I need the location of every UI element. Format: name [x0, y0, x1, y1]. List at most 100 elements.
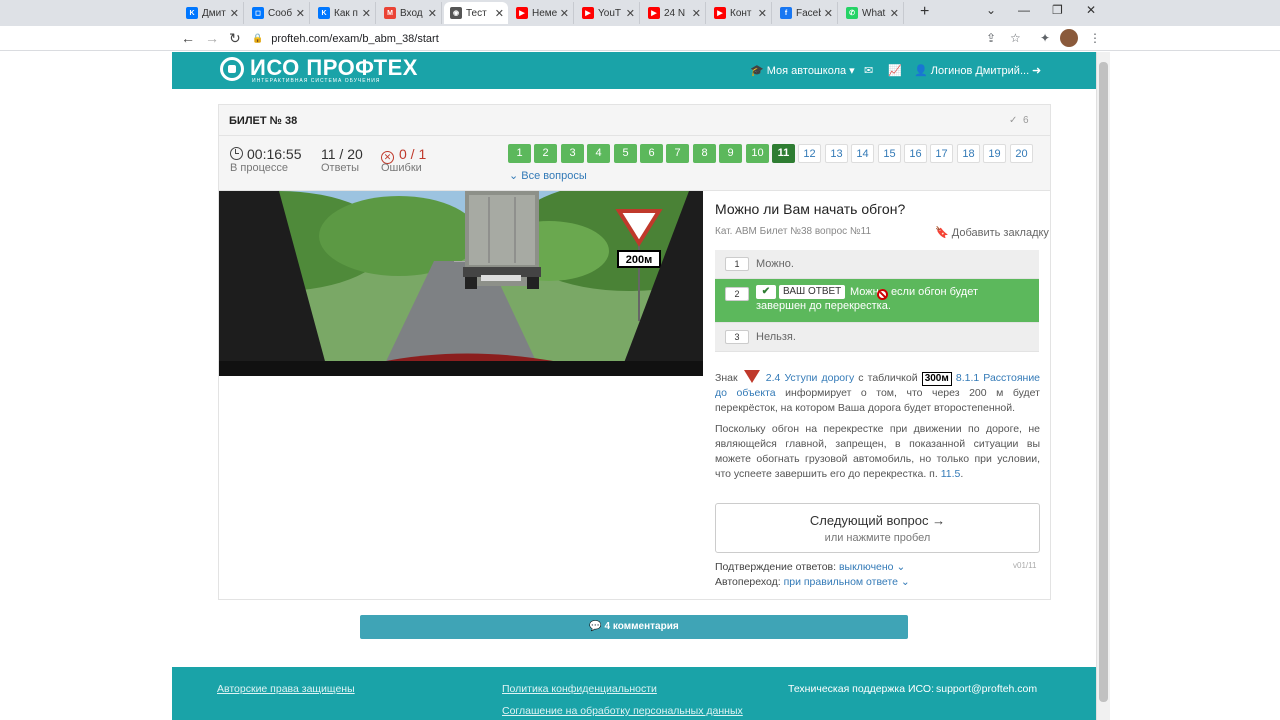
- question-nav-7[interactable]: 7: [666, 144, 689, 163]
- tab-close-icon[interactable]: ✕: [890, 7, 899, 20]
- question-nav-19[interactable]: 19: [983, 144, 1006, 163]
- browser-tab[interactable]: ◻ Сооб ✕: [246, 2, 310, 24]
- question-nav-11[interactable]: 11: [772, 144, 795, 163]
- profile-avatar[interactable]: [1060, 29, 1078, 47]
- tab-close-icon[interactable]: ✕: [626, 7, 635, 20]
- browser-tab[interactable]: M Вход ✕: [378, 2, 442, 24]
- new-tab-button[interactable]: +: [920, 3, 929, 21]
- browser-tab[interactable]: ▶ YouT ✕: [576, 2, 640, 24]
- add-bookmark-button[interactable]: 🔖 Добавить закладку: [935, 226, 1049, 239]
- tab-close-icon[interactable]: ✕: [230, 7, 239, 20]
- page-scrollbar[interactable]: [1096, 52, 1110, 720]
- bookmark-star-icon[interactable]: ☆: [1010, 31, 1021, 45]
- all-questions-link[interactable]: ⌄ Все вопросы: [509, 169, 587, 182]
- restore-icon[interactable]: ❐: [1052, 3, 1063, 17]
- answer-number: 3: [725, 330, 749, 344]
- question-nav-6[interactable]: 6: [640, 144, 663, 163]
- browser-tab[interactable]: ✆ What ✕: [840, 2, 904, 24]
- browser-tab[interactable]: ◉ Тест ✕: [444, 2, 508, 24]
- chevron-down-icon: ⌄: [900, 576, 910, 588]
- next-question-button[interactable]: Следующий вопрос → или нажмите пробел: [715, 503, 1040, 553]
- answer-number: 2: [725, 287, 749, 301]
- answer-list: 1 Можно. 2 ✔ ВАШ ОТВЕТ Можно, если обгон …: [715, 250, 1039, 352]
- close-window-icon[interactable]: ✕: [1086, 3, 1096, 17]
- tab-title: What: [862, 7, 886, 19]
- question-nav-12[interactable]: 12: [798, 144, 821, 163]
- next-question-label: Следующий вопрос →: [809, 513, 946, 528]
- question-nav-1[interactable]: 1: [508, 144, 531, 163]
- question-nav-9[interactable]: 9: [719, 144, 742, 163]
- support-email[interactable]: support@profteh.com: [936, 683, 1037, 695]
- browser-tab[interactable]: ▶ Конт ✕: [708, 2, 772, 24]
- extensions-icon[interactable]: ✦: [1040, 31, 1050, 45]
- tab-title: 24 N: [664, 7, 686, 19]
- question-nav-14[interactable]: 14: [851, 144, 874, 163]
- question-nav-3[interactable]: 3: [561, 144, 584, 163]
- stats-chart-icon[interactable]: 📈: [888, 64, 902, 77]
- copyright-link[interactable]: Авторские права защищены: [217, 683, 355, 695]
- question-nav-4[interactable]: 4: [587, 144, 610, 163]
- browser-tab-bar: K Дмит ✕ ◻ Сооб ✕ K Как п ✕ M Вход ✕ ◉ Тест ✕ ▶ Неме ✕ ▶ Yo…: [0, 0, 1280, 26]
- question-nav-16[interactable]: 16: [904, 144, 927, 163]
- address-bar[interactable]: 🔒 profteh.com/exam/b_abm_38/start: [252, 29, 1032, 48]
- add-bookmark-label: Добавить закладку: [951, 227, 1049, 239]
- question-nav-13[interactable]: 13: [825, 144, 848, 163]
- answer-option-3[interactable]: 3 Нельзя.: [715, 323, 1039, 352]
- scrollbar-thumb[interactable]: [1099, 62, 1108, 702]
- question-nav-2[interactable]: 2: [534, 144, 557, 163]
- question-nav-17[interactable]: 17: [930, 144, 953, 163]
- tab-favicon-icon: ▶: [582, 7, 594, 19]
- answer-option-2[interactable]: 2 ✔ ВАШ ОТВЕТ Можно, если обгон будет зав…: [715, 279, 1039, 323]
- tab-close-icon[interactable]: ✕: [296, 7, 305, 20]
- mail-icon[interactable]: ✉: [864, 64, 873, 77]
- forward-icon[interactable]: →: [205, 30, 219, 46]
- question-nav-15[interactable]: 15: [878, 144, 901, 163]
- tab-close-icon[interactable]: ✕: [495, 7, 504, 20]
- rule-link-11-5[interactable]: 11.5: [941, 468, 961, 480]
- browser-tab[interactable]: ▶ Неме ✕: [510, 2, 574, 24]
- menu-icon[interactable]: ⋮: [1089, 31, 1101, 45]
- user-menu[interactable]: 👤 Логинов Дмитрий...: [914, 64, 1029, 77]
- minimize-icon[interactable]: —: [1018, 3, 1030, 17]
- tab-close-icon[interactable]: ✕: [428, 7, 437, 20]
- version-label: v01/11: [1013, 561, 1037, 570]
- question-nav-10[interactable]: 10: [746, 144, 769, 163]
- explanation-paragraph-2: Поскольку обгон на перекрестке при движе…: [715, 422, 1040, 482]
- tab-search-icon[interactable]: ⌄: [986, 3, 996, 17]
- reload-icon[interactable]: ↻: [229, 30, 241, 47]
- comments-label: 4 комментария: [604, 621, 679, 632]
- ticket-check-count: ✓ 6: [1009, 115, 1029, 126]
- school-menu[interactable]: 🎓 Моя автошкола ▾: [750, 64, 855, 77]
- tab-favicon-icon: ▶: [648, 7, 660, 19]
- back-icon[interactable]: ←: [181, 30, 195, 46]
- browser-tab[interactable]: K Как п ✕: [312, 2, 376, 24]
- confirm-answers-toggle[interactable]: выключено ⌄: [839, 561, 905, 573]
- share-icon[interactable]: ⇪: [986, 31, 996, 45]
- question-nav-5[interactable]: 5: [614, 144, 637, 163]
- distance-plate-icon: 300м: [921, 372, 952, 386]
- data-agreement-link[interactable]: Соглашение на обработку персональных дан…: [502, 705, 743, 717]
- question-nav-20[interactable]: 20: [1010, 144, 1033, 163]
- auto-advance-toggle[interactable]: при правильном ответе ⌄: [784, 576, 910, 588]
- browser-tab[interactable]: K Дмит ✕: [180, 2, 244, 24]
- check-icon: ✓: [1009, 115, 1018, 126]
- tab-close-icon[interactable]: ✕: [824, 7, 833, 20]
- browser-tab[interactable]: ▶ 24 N ✕: [642, 2, 706, 24]
- question-nav-18[interactable]: 18: [957, 144, 980, 163]
- browser-tab[interactable]: f Faceb✕: [774, 2, 838, 24]
- errors-value: 0 / 1: [399, 146, 427, 162]
- tab-close-icon[interactable]: ✕: [560, 7, 569, 20]
- tab-close-icon[interactable]: ✕: [758, 7, 767, 20]
- logout-icon[interactable]: ➜: [1032, 64, 1041, 77]
- comments-button[interactable]: 💬 4 комментария: [360, 615, 908, 639]
- tab-close-icon[interactable]: ✕: [692, 7, 701, 20]
- sign-link-2-4[interactable]: 2.4 Уступи дорогу: [766, 372, 854, 384]
- tab-close-icon[interactable]: ✕: [362, 7, 371, 20]
- answer-option-1[interactable]: 1 Можно.: [715, 250, 1039, 279]
- yield-sign-icon: [743, 370, 760, 383]
- user-icon: 👤: [914, 65, 928, 77]
- privacy-policy-link[interactable]: Политика конфиденциальности: [502, 683, 657, 695]
- question-nav-8[interactable]: 8: [693, 144, 716, 163]
- logo-icon[interactable]: [220, 57, 244, 81]
- tab-favicon-icon: ◉: [450, 7, 462, 19]
